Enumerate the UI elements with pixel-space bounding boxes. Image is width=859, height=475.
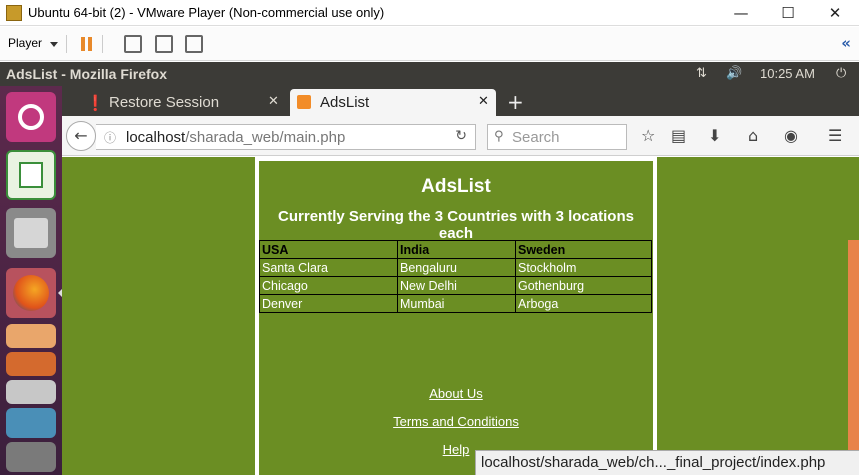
player-menu[interactable]: Player [8, 36, 42, 50]
volume-icon[interactable]: 🔊 [726, 66, 742, 81]
search-input[interactable]: ⚲ Search [487, 124, 627, 150]
search-placeholder: Search [512, 129, 560, 146]
page-subtitle: Currently Serving the 3 Countries with 3… [278, 208, 634, 242]
minimize-button[interactable]: — [727, 2, 755, 24]
table-cell: Denver [259, 294, 398, 313]
close-button[interactable]: ✕ [821, 2, 849, 24]
tab-label: Restore Session [109, 94, 220, 111]
network-icon[interactable]: ⇅ [696, 66, 707, 81]
send-ctrl-alt-del-icon[interactable] [124, 35, 142, 53]
hamburger-menu-icon[interactable]: ☰ [828, 126, 842, 145]
unity-launcher [0, 86, 62, 475]
column-header: Sweden [515, 240, 652, 259]
firefox-icon[interactable] [6, 268, 56, 318]
close-tab-icon[interactable]: ✕ [478, 94, 489, 109]
reload-icon[interactable]: ↻ [455, 128, 467, 144]
libreoffice-calc-icon[interactable] [6, 150, 56, 200]
content-panel: AdsList Currently Serving the 3 Countrie… [259, 161, 653, 475]
table-cell: Santa Clara [259, 258, 398, 277]
home-icon[interactable]: ⌂ [748, 126, 758, 145]
vmware-toolbar: Player « [0, 27, 859, 61]
back-button[interactable]: ← [66, 121, 96, 151]
info-icon[interactable]: ⓘ [104, 129, 116, 146]
table-cell: Gothenburg [515, 276, 652, 295]
about-us-link[interactable]: About Us [259, 386, 653, 401]
ubuntu-top-panel: AdsList - Mozilla Firefox ⇅ 🔊 10:25 AM ⏻ [0, 62, 859, 86]
vmware-title-bar: Ubuntu 64-bit (2) - VMware Player (Non-c… [0, 0, 859, 26]
column-header: India [397, 240, 516, 259]
layers-icon[interactable] [6, 380, 56, 404]
locations-table: USA India Sweden Santa Clara Bengaluru S… [259, 240, 652, 313]
tab-restore-session[interactable]: ❗ Restore Session ✕ [82, 89, 282, 116]
impress-icon[interactable] [6, 324, 56, 348]
terms-link[interactable]: Terms and Conditions [259, 414, 653, 429]
navigation-bar: ← ⓘ localhost/sharada_web/main.php ↻ ⚲ S… [62, 116, 859, 156]
url-path: /sharada_web/main.php [185, 129, 346, 146]
table-header-row: USA India Sweden [259, 240, 652, 259]
url-host: localhost [126, 129, 186, 146]
toolbar-divider [66, 35, 67, 53]
table-row: Santa Clara Bengaluru Stockholm [259, 258, 652, 277]
table-cell: New Delhi [397, 276, 516, 295]
unity-mode-icon[interactable] [185, 35, 203, 53]
download-icon[interactable]: ⬇ [708, 126, 721, 145]
ubuntu-logo-icon[interactable] [6, 92, 56, 142]
window-title: Ubuntu 64-bit (2) - VMware Player (Non-c… [28, 5, 385, 20]
trash-icon[interactable] [6, 442, 56, 472]
page-title: AdsList [421, 176, 491, 197]
pause-icon-bar [88, 37, 92, 51]
maximize-button[interactable]: ☐ [774, 2, 802, 24]
status-url-tooltip: localhost/sharada_web/ch..._final_projec… [475, 450, 859, 475]
bookmark-star-icon[interactable]: ☆ [641, 126, 655, 145]
table-cell: Bengaluru [397, 258, 516, 277]
power-icon[interactable]: ⏻ [836, 66, 846, 81]
pocket-icon[interactable]: ◉ [784, 126, 798, 145]
chevron-down-icon[interactable] [50, 42, 58, 47]
new-tab-button[interactable]: + [507, 90, 524, 114]
tab-adslist[interactable]: AdsList ✕ [290, 89, 496, 116]
url-bar[interactable]: ⓘ localhost/sharada_web/main.php ↻ [96, 124, 476, 150]
workspace-icon[interactable] [6, 408, 56, 438]
tab-strip: ❗ Restore Session ✕ AdsList ✕ + [62, 86, 859, 116]
vmware-app-icon [6, 5, 22, 21]
reading-list-icon[interactable]: ▤ [671, 126, 686, 145]
table-row: Denver Mumbai Arboga [259, 294, 652, 313]
toolbar-divider [102, 35, 103, 53]
collapse-toolbar-icon[interactable]: « [841, 34, 851, 52]
close-tab-icon[interactable]: ✕ [268, 94, 279, 109]
page-side-accent [848, 240, 859, 475]
xampp-icon [297, 95, 311, 109]
table-row: Chicago New Delhi Gothenburg [259, 276, 652, 295]
search-icon: ⚲ [494, 129, 504, 144]
table-cell: Chicago [259, 276, 398, 295]
table-cell: Mumbai [397, 294, 516, 313]
table-cell: Stockholm [515, 258, 652, 277]
url-text: localhost/sharada_web/main.php [126, 129, 345, 146]
warning-icon: ❗ [86, 94, 105, 112]
tab-label: AdsList [320, 94, 370, 111]
table-cell: Arboga [515, 294, 652, 313]
column-header: USA [259, 240, 398, 259]
active-window-title: AdsList - Mozilla Firefox [6, 66, 168, 82]
software-center-icon[interactable] [6, 352, 56, 376]
files-icon[interactable] [6, 208, 56, 258]
pause-icon-bar [81, 37, 85, 51]
clock[interactable]: 10:25 AM [760, 66, 815, 81]
fullscreen-icon[interactable] [155, 35, 173, 53]
